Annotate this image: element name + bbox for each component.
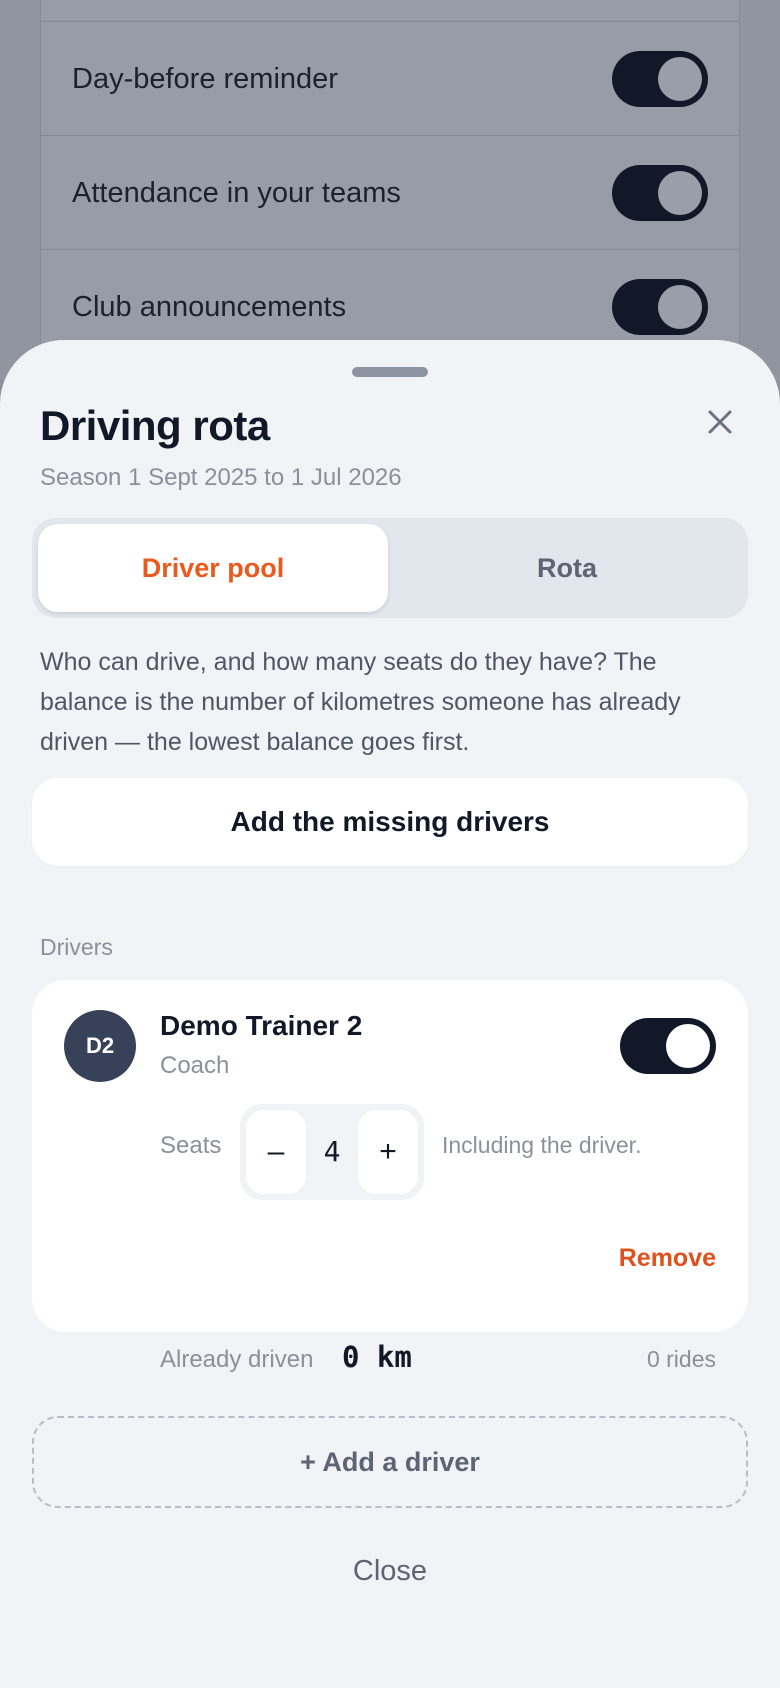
add-driver-button[interactable]: + Add a driver bbox=[32, 1416, 748, 1508]
already-driven-label: Already driven bbox=[160, 1346, 314, 1373]
driver-name: Demo Trainer 2 bbox=[160, 1010, 363, 1041]
driver-card: D2 Demo Trainer 2 Coach Seats – 4 + Incl… bbox=[32, 980, 748, 1374]
day-before-reminder-toggle bbox=[612, 51, 708, 107]
drivers-section-label: Drivers bbox=[40, 934, 113, 960]
settings-row-day-before-reminder: Day-before reminder bbox=[40, 21, 740, 135]
driven-distance: 0 km bbox=[342, 1340, 412, 1374]
seats-decrement-button[interactable]: – bbox=[246, 1110, 306, 1194]
seats-stepper: – 4 + bbox=[240, 1104, 424, 1200]
add-missing-drivers-button[interactable]: Add the missing drivers bbox=[32, 778, 748, 866]
pool-description: Who can drive, and how many seats do the… bbox=[40, 648, 681, 756]
remove-driver-button[interactable]: Remove bbox=[619, 1244, 716, 1273]
seats-increment-button[interactable]: + bbox=[358, 1110, 418, 1194]
driver-role: Coach bbox=[160, 1052, 230, 1079]
season-subtitle: Season 1 Sept 2025 to 1 Jul 2026 bbox=[40, 464, 402, 491]
toggle-knob bbox=[658, 171, 702, 215]
close-icon[interactable] bbox=[700, 402, 740, 442]
seats-note: Including the driver. bbox=[442, 1132, 642, 1158]
seats-value: 4 bbox=[323, 1135, 341, 1168]
tab-rota[interactable]: Rota bbox=[392, 524, 742, 612]
attendance-toggle bbox=[612, 165, 708, 221]
toggle-knob bbox=[658, 57, 702, 101]
toggle-knob bbox=[666, 1024, 710, 1068]
driver-active-toggle[interactable] bbox=[620, 1018, 716, 1074]
driving-rota-sheet: Driving rota Season 1 Sept 2025 to 1 Jul… bbox=[0, 340, 780, 1688]
avatar: D2 bbox=[64, 1010, 136, 1082]
background-overlay: Day-before reminder Attendance in your t… bbox=[0, 0, 780, 380]
tab-switcher: Driver pool Rota bbox=[32, 518, 748, 618]
settings-row-label: Day-before reminder bbox=[72, 63, 338, 95]
club-announcements-toggle bbox=[612, 279, 708, 335]
settings-row-attendance: Attendance in your teams bbox=[40, 135, 740, 249]
close-button[interactable]: Close bbox=[290, 1536, 490, 1606]
seats-label: Seats bbox=[160, 1132, 222, 1159]
rides-count: 0 rides bbox=[646, 1346, 716, 1372]
settings-row-label: Attendance in your teams bbox=[72, 177, 401, 209]
tab-driver-pool[interactable]: Driver pool bbox=[38, 524, 388, 612]
sheet-title: Driving rota bbox=[40, 402, 270, 449]
toggle-knob bbox=[658, 285, 702, 329]
sheet-grabber[interactable] bbox=[352, 367, 428, 377]
